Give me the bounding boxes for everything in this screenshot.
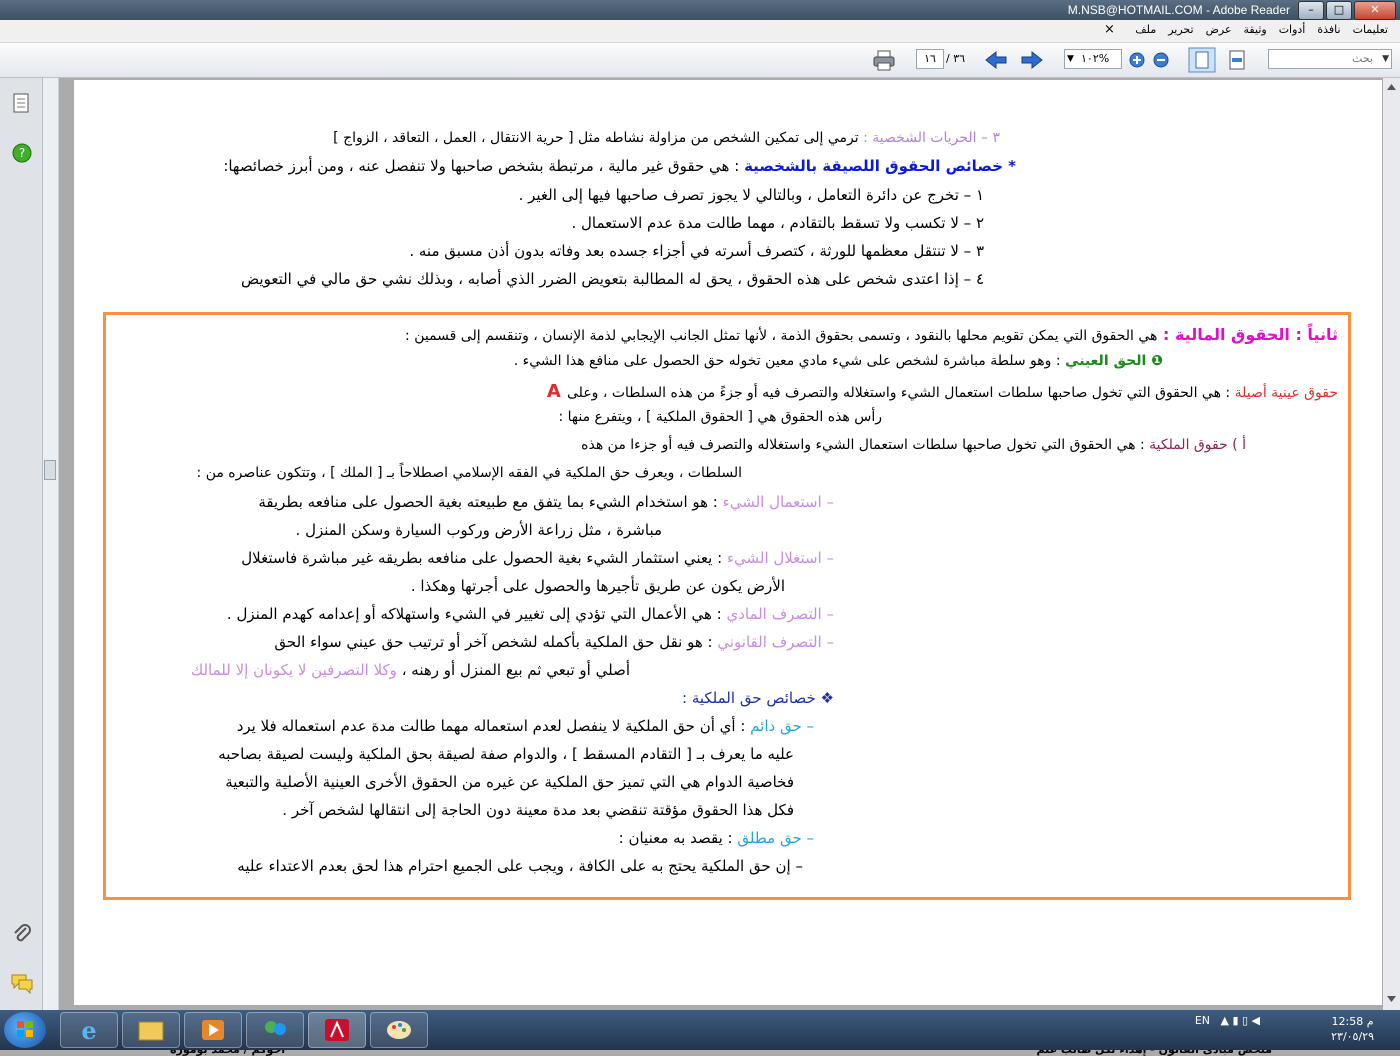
internet-explorer-icon: e (81, 1016, 96, 1045)
text-line: فكل هذا الحقوق مؤقتة تنقضي بعد مدة معينة… (282, 801, 794, 819)
zoom-value: ١٠٢% (1081, 52, 1110, 65)
text-line: أ ) حقوق الملكية : هي الحقوق التي تخول ص… (581, 437, 1246, 453)
chevron-down-icon: ▼ (1067, 54, 1074, 64)
adobe-reader-icon (325, 1019, 349, 1041)
paint-palette-icon (387, 1021, 411, 1039)
comments-icon[interactable] (10, 972, 34, 994)
scroll-up-icon[interactable] (1386, 82, 1397, 92)
text-line: – التصرف القانوني : هو نقل حق الملكية بأ… (274, 633, 834, 651)
folder-icon (138, 1021, 164, 1041)
taskbar-internet-explorer[interactable]: e (60, 1012, 118, 1048)
help-icon[interactable]: ? (11, 142, 33, 164)
highlight-box: ثانياً : الحقوق المالية : هي الحقوق التي… (103, 312, 1351, 900)
menu-close-icon[interactable]: × (1104, 22, 1115, 37)
taskbar-paint[interactable] (370, 1012, 428, 1048)
svg-text:e: e (81, 1016, 96, 1045)
splitter-handle[interactable] (44, 460, 56, 480)
window-title: M.NSB@HOTMAIL.COM - Adobe Reader (1067, 3, 1290, 17)
text-line: مباشرة ، مثل زراعة الأرض وركوب السيارة و… (295, 521, 662, 539)
taskbar-media-player[interactable] (184, 1012, 242, 1048)
tray-icons[interactable]: ▲ ▮ ▯ ◀ (1220, 1014, 1260, 1027)
search-placeholder: بحث (1352, 52, 1373, 65)
text-line: ثانياً : الحقوق المالية : هي الحقوق التي… (405, 325, 1338, 344)
text-line: A حقوق عينية أصيلة : هي الحقوق التي تخول… (546, 381, 1338, 402)
text-line: السلطات ، ويعرف حق الملكية في الفقه الإس… (196, 465, 742, 481)
text-line: عليه ما يعرف بـ [ التقادم المسقط ] ، وال… (218, 745, 794, 763)
text-line: – إن حق الملكية يحتج به على الكافة ، ويج… (237, 857, 803, 875)
search-input[interactable]: بحث ▼ (1268, 49, 1392, 69)
window-controls: – □ ✕ (1298, 1, 1396, 20)
title-bar: M.NSB@HOTMAIL.COM - Adobe Reader – □ ✕ (0, 0, 1400, 20)
attachment-icon[interactable] (10, 922, 34, 946)
taskbar-messenger[interactable] (246, 1012, 304, 1048)
page-total: / ٣٦ (946, 52, 966, 65)
text-line: – حق مطلق : يقصد به معنيان : (618, 829, 814, 847)
taskbar: e EN ▲ ▮ ▯ ◀ 12:58 م ٢٣/٠٥/٢٩ (0, 1010, 1400, 1050)
scroll-down-icon[interactable] (1386, 994, 1397, 1004)
language-indicator[interactable]: EN (1195, 1014, 1210, 1027)
menu-view[interactable]: عرض (1206, 23, 1232, 36)
text-line: أصلي أو تبعي ثم بيع المنزل أو رهنه ، وكل… (190, 661, 630, 679)
text-line: – استغلال الشيء : يعني استثمار الشيء بغي… (241, 549, 834, 567)
close-window-button[interactable]: ✕ (1354, 1, 1396, 20)
fit-width-icon[interactable] (1226, 49, 1248, 71)
text-line: ٣ – لا تنتقل معظمها للورثة ، كتصرف أسرته… (409, 242, 984, 260)
menu-edit[interactable]: تحرير (1168, 23, 1193, 36)
toolbar: ١٦ / ٣٦ ▼ ١٠٢% بحث ▼ (0, 43, 1400, 78)
clock[interactable]: 12:58 م ٢٣/٠٥/٢٩ (1331, 1014, 1374, 1044)
start-button[interactable] (4, 1012, 46, 1048)
text-line: * خصائص الحقوق اللصيقة بالشخصية : هي حقو… (223, 157, 1016, 175)
vertical-scrollbar[interactable] (1383, 78, 1400, 1010)
maximize-button[interactable]: □ (1326, 1, 1352, 20)
left-pane-splitter[interactable] (43, 78, 59, 1010)
zoom-in-icon[interactable] (1128, 49, 1146, 71)
text-line: – التصرف المادي : هي الأعمال التي تؤدي إ… (226, 605, 834, 623)
next-page-icon[interactable] (1020, 49, 1044, 71)
navigation-pane: ? (0, 78, 43, 1010)
menu-help[interactable]: تعليمات (1353, 23, 1388, 36)
text-line: ❶ الحق العيني : وهو سلطة مباشرة لشخص على… (513, 353, 1163, 369)
clock-date: ٢٣/٠٥/٢٩ (1331, 1030, 1374, 1043)
menu-window[interactable]: نافذة (1317, 23, 1340, 36)
text-line: ١ – تخرج عن دائرة التعامل ، وبالتالي لا … (518, 186, 984, 204)
text-line: ❖ خصائص حق الملكية : (682, 689, 834, 707)
text-line: رأس هذه الحقوق هي [ الحقوق الملكية ] ، و… (558, 409, 882, 425)
media-player-icon (202, 1020, 224, 1040)
zoom-out-icon[interactable] (1152, 49, 1170, 71)
text-line: ٣ – الحريات الشخصية : ترمي إلى تمكين الش… (333, 130, 1000, 146)
text-line: فخاصية الدوام هي التي تميز حق الملكية عن… (225, 773, 794, 791)
svg-text:?: ? (19, 146, 25, 160)
print-icon[interactable] (872, 49, 896, 71)
text-line: ٤ – إذا اعتدى شخص على هذه الحقوق ، يحق ل… (241, 270, 984, 288)
text-line: ٢ – لا تكسب ولا تسقط بالتقادم ، مهما طال… (571, 214, 985, 232)
fit-page-icon[interactable] (1188, 47, 1216, 73)
pages-panel-icon[interactable] (12, 92, 30, 114)
text-line: – استعمال الشيء : هو استخدام الشيء بما ي… (258, 493, 834, 511)
menu-file[interactable]: ملف (1135, 23, 1156, 36)
zoom-select[interactable]: ▼ ١٠٢% (1064, 49, 1122, 69)
clock-time: 12:58 م (1331, 1015, 1374, 1028)
menu-items: ملف تحرير عرض وثيقة أدوات نافذة تعليمات (1135, 23, 1388, 36)
text-line: الأرض يكون عن طريق تأجيرها والحصول على أ… (410, 577, 785, 595)
menu-bar: ملف تحرير عرض وثيقة أدوات نافذة تعليمات … (0, 20, 1400, 43)
taskbar-adobe-reader[interactable] (308, 1012, 366, 1048)
windows-logo-icon (17, 1021, 33, 1037)
search-dropdown-icon[interactable]: ▼ (1382, 50, 1389, 68)
messenger-icon (265, 1021, 286, 1035)
menu-tools[interactable]: أدوات (1279, 23, 1306, 36)
menu-document[interactable]: وثيقة (1244, 23, 1267, 36)
minimize-button[interactable]: – (1298, 1, 1324, 20)
previous-page-icon[interactable] (984, 49, 1008, 71)
taskbar-explorer[interactable] (122, 1012, 180, 1048)
text-line: – حق دائم : أي أن حق الملكية لا ينفصل لع… (236, 717, 814, 735)
page-number-input[interactable]: ١٦ (916, 49, 944, 69)
